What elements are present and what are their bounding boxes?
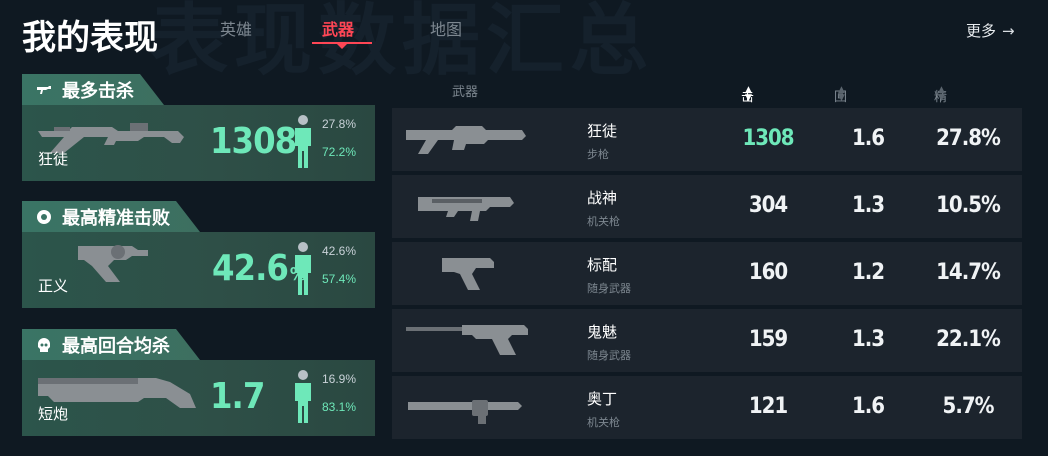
person-share-icon [295, 242, 311, 295]
table-header: 武器 击杀数▲▼ 回合均杀▲▼ 精准击败▲▼ [392, 76, 1022, 162]
weapon-image [408, 400, 522, 424]
card-body: 短炮 1.7 16.9% 83.1% [22, 360, 375, 436]
headshot-icon [36, 209, 52, 225]
person-share-icon [295, 115, 311, 168]
sort-icon: ▲ ▼ [838, 85, 845, 103]
card-title: 最高回合均杀 [62, 335, 170, 357]
person-share-icon [295, 370, 311, 423]
precision-value: 5.7% [942, 394, 995, 419]
avg-kills-value: 1.6 [851, 126, 885, 151]
table-row[interactable]: 奥丁 机关枪 121 1.6 5.7% [392, 376, 1022, 439]
pct-bottom: 72.2% [322, 145, 357, 159]
tab-maps[interactable]: 地图 [430, 16, 462, 40]
weapon-type: 随身武器 [587, 282, 631, 295]
tab-weapons[interactable]: 武器 [322, 16, 354, 40]
col-weapon-header: 武器 [452, 85, 479, 100]
stat-card-best-precision[interactable]: 最高精准击败 正义 42.6% 42.6% 57.4% [22, 201, 375, 308]
gun-icon [36, 82, 52, 98]
card-banner: 最高精准击败 [22, 201, 200, 232]
header: 我的表现 英雄 武器 地图 更多 → [0, 0, 1048, 60]
weapon-type: 随身武器 [587, 349, 631, 362]
weapon-name: 狂徒 [38, 150, 69, 168]
tab-heroes[interactable]: 英雄 [220, 16, 252, 40]
weapon-name: 奥丁 [587, 390, 618, 408]
table-row[interactable]: 战神 机关枪 304 1.3 10.5% [392, 175, 1022, 238]
card-title: 最高精准击败 [62, 207, 170, 229]
more-label: 更多 [966, 22, 997, 40]
active-tab-caret [337, 44, 347, 49]
weapon-name: 标配 [587, 256, 618, 274]
pct-top: 16.9% [322, 372, 357, 386]
weapon-image [418, 197, 514, 221]
more-button[interactable]: 更多 → [966, 20, 1015, 41]
stat-value: 1.7 [210, 376, 265, 417]
table-row[interactable]: 标配 随身武器 160 1.2 14.7% [392, 242, 1022, 305]
pct-top: 42.6% [322, 244, 357, 258]
weapon-name: 正义 [38, 277, 69, 295]
weapon-name: 鬼魅 [587, 323, 618, 341]
weapon-name: 战神 [587, 189, 618, 207]
weapon-image [442, 258, 494, 290]
weapon-image [406, 325, 528, 355]
table-row[interactable]: 鬼魅 随身武器 159 1.3 22.1% [392, 309, 1022, 372]
kills-value: 304 [748, 193, 788, 218]
precision-value: 10.5% [936, 193, 1001, 218]
kills-value: 1308 [742, 126, 794, 151]
weapon-image [406, 126, 526, 154]
kills-value: 121 [748, 394, 788, 419]
weapon-type: 步枪 [587, 148, 609, 161]
precision-value: 14.7% [936, 260, 1001, 285]
pct-bottom: 57.4% [322, 272, 357, 286]
sort-icon: ▲ ▼ [938, 85, 945, 103]
pct-bottom: 83.1% [322, 400, 357, 414]
stat-card-best-avg-kills[interactable]: 最高回合均杀 短炮 1.7 16.9% 83.1% [22, 329, 375, 436]
weapon-name: 狂徒 [587, 122, 618, 140]
avg-kills-value: 1.2 [851, 260, 885, 285]
table-row[interactable]: 狂徒 步枪 1308 1.6 27.8% [392, 108, 1022, 171]
avg-kills-value: 1.6 [851, 394, 885, 419]
avg-kills-value: 1.3 [851, 193, 885, 218]
kills-value: 159 [748, 327, 788, 352]
precision-value: 27.8% [936, 126, 1001, 151]
card-body: 正义 42.6% 42.6% 57.4% [22, 232, 375, 308]
stat-value: 1308 [210, 121, 297, 162]
avg-kills-value: 1.3 [851, 327, 885, 352]
card-banner: 最高回合均杀 [22, 329, 200, 360]
sort-desc-icon: ▲ ▼ [745, 85, 752, 103]
stat-card-most-kills[interactable]: 最多击杀 狂徒 1308 27.8% 72.2% [22, 74, 375, 181]
skull-icon [36, 337, 52, 353]
kills-value: 160 [748, 260, 788, 285]
arrow-right-icon: → [1002, 22, 1015, 40]
weapon-name: 短炮 [38, 405, 69, 423]
pct-top: 27.8% [322, 117, 357, 131]
weapon-stats-table: 武器 击杀数▲▼ 回合均杀▲▼ 精准击败▲▼ 狂徒 步枪 1308 1.6 27… [392, 76, 1022, 439]
page-title: 我的表现 [22, 18, 158, 58]
card-title: 最多击杀 [62, 80, 134, 102]
precision-value: 22.1% [936, 327, 1001, 352]
weapon-type: 机关枪 [587, 215, 620, 228]
weapon-type: 机关枪 [587, 416, 620, 429]
card-body: 狂徒 1308 27.8% 72.2% [22, 105, 375, 181]
card-banner: 最多击杀 [22, 74, 164, 105]
